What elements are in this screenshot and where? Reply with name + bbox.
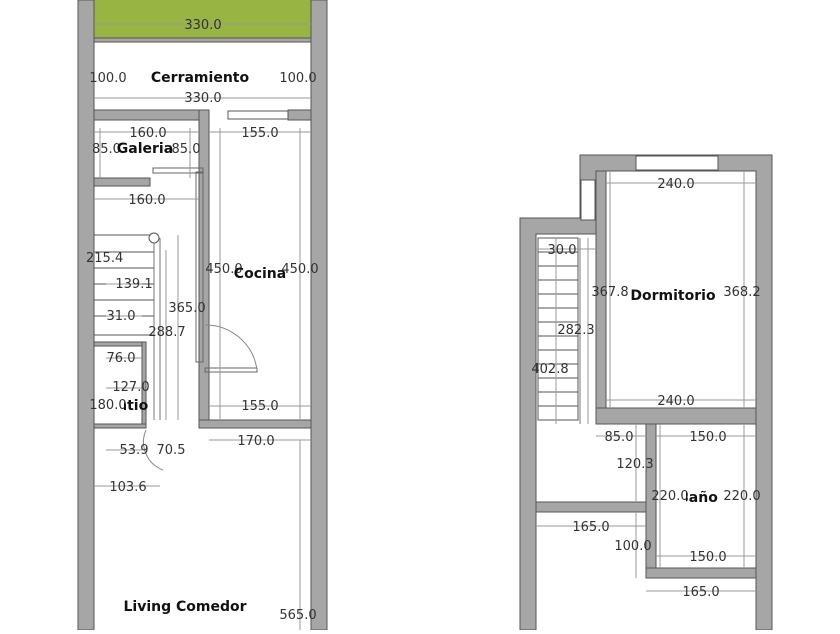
dim-bath-bottom: 150.0	[689, 550, 726, 565]
kitchen-door-swing	[204, 324, 258, 371]
dim-stair-31: 31.0	[107, 309, 136, 324]
dim-cerramiento-width: 330.0	[184, 91, 221, 106]
wall-bath-bottom	[645, 567, 757, 579]
dormitorio-window	[635, 155, 719, 171]
dim-bath-top: 150.0	[689, 430, 726, 445]
dim-galeria-right: 85.0	[172, 142, 201, 157]
dim-stair-282: 282.3	[557, 323, 594, 338]
room-label-living-comedor: Living Comedor	[123, 599, 246, 615]
stair-post	[148, 232, 160, 244]
dim-door-53: 53.9	[120, 443, 149, 458]
room-label-cocina: Cocina	[234, 266, 286, 282]
wall-galeria-bottom	[93, 177, 151, 187]
floor-plan-canvas: 330.0 100.0 Cerramiento 100.0 330.0 160.…	[0, 0, 840, 631]
dim-stair-215: 215.4	[86, 251, 123, 266]
dim-kitchen-bottom: 155.0	[241, 399, 278, 414]
dim-dorm-bottom: 240.0	[657, 394, 694, 409]
floor-plan-drawing: 330.0 100.0 Cerramiento 100.0 330.0 160.…	[77, 0, 773, 631]
dim-stair-365: 365.0	[168, 301, 205, 316]
wall-hall-bottom	[535, 501, 647, 513]
dim-bath-left: 220.0	[651, 489, 688, 504]
dim-cerramiento-right: 100.0	[279, 71, 316, 86]
stair-window	[580, 179, 596, 221]
room-label-cerramiento: Cerramiento	[151, 70, 250, 86]
dim-patio-127: 127.0	[112, 380, 149, 395]
ground-floor-plan: 330.0 100.0 Cerramiento 100.0 330.0 160.…	[77, 0, 328, 631]
dim-living-top: 170.0	[237, 434, 274, 449]
dim-lower-165: 165.0	[572, 520, 609, 535]
kitchen-door-panel	[204, 367, 258, 373]
dim-bottom-165: 165.0	[682, 585, 719, 600]
dim-patio-76: 76.0	[107, 351, 136, 366]
upper-floor-plan: 240.0 30.0 367.8 Dormitorio 368.2 282.3 …	[519, 154, 773, 631]
dim-living-103: 103.6	[109, 480, 146, 495]
dim-stair-402: 402.8	[531, 362, 568, 377]
dim-hall-120: 120.3	[616, 457, 653, 472]
wall-cerramiento-bottom-right	[287, 109, 312, 121]
dim-stair-top: 160.0	[128, 193, 165, 208]
wall-dorm-bottom	[595, 407, 757, 425]
wall-left-outer	[77, 0, 95, 631]
wall-cerramiento-bottom	[93, 109, 202, 121]
wall-right-outer	[310, 0, 328, 631]
dim-kitchen-top: 155.0	[241, 126, 278, 141]
dim-patio-180: 180.0	[89, 398, 126, 413]
room-label-dormitorio: Dormitorio	[630, 288, 716, 304]
dim-lower-100: 100.0	[614, 539, 651, 554]
wall-patio-top	[93, 341, 147, 347]
dim-cerramiento-left: 100.0	[89, 71, 126, 86]
kitchen-window	[227, 110, 289, 120]
dim-bath-right: 220.0	[723, 489, 760, 504]
dim-dorm-top: 240.0	[657, 177, 694, 192]
wall-patio-bottom	[93, 423, 147, 429]
dim-dorm-left: 367.8	[591, 285, 628, 300]
dim-dorm-right: 368.2	[723, 285, 760, 300]
dim-hall-85: 85.0	[605, 430, 634, 445]
room-label-galeria: Galeria	[117, 141, 173, 157]
dim-stair-139: 139.1	[115, 277, 152, 292]
dim-galeria-width: 160.0	[129, 126, 166, 141]
dim-stair-288: 288.7	[148, 325, 185, 340]
wall-kitchen-bottom	[198, 419, 312, 429]
dim-garden-width: 330.0	[184, 18, 221, 33]
dim-kitchen-right: 450.0	[281, 262, 318, 277]
dim-door-70: 70.5	[157, 443, 186, 458]
dim-living-height: 565.0	[279, 608, 316, 623]
wall-garden-bottom	[93, 37, 312, 43]
dim-stair-30: 30.0	[548, 243, 577, 258]
